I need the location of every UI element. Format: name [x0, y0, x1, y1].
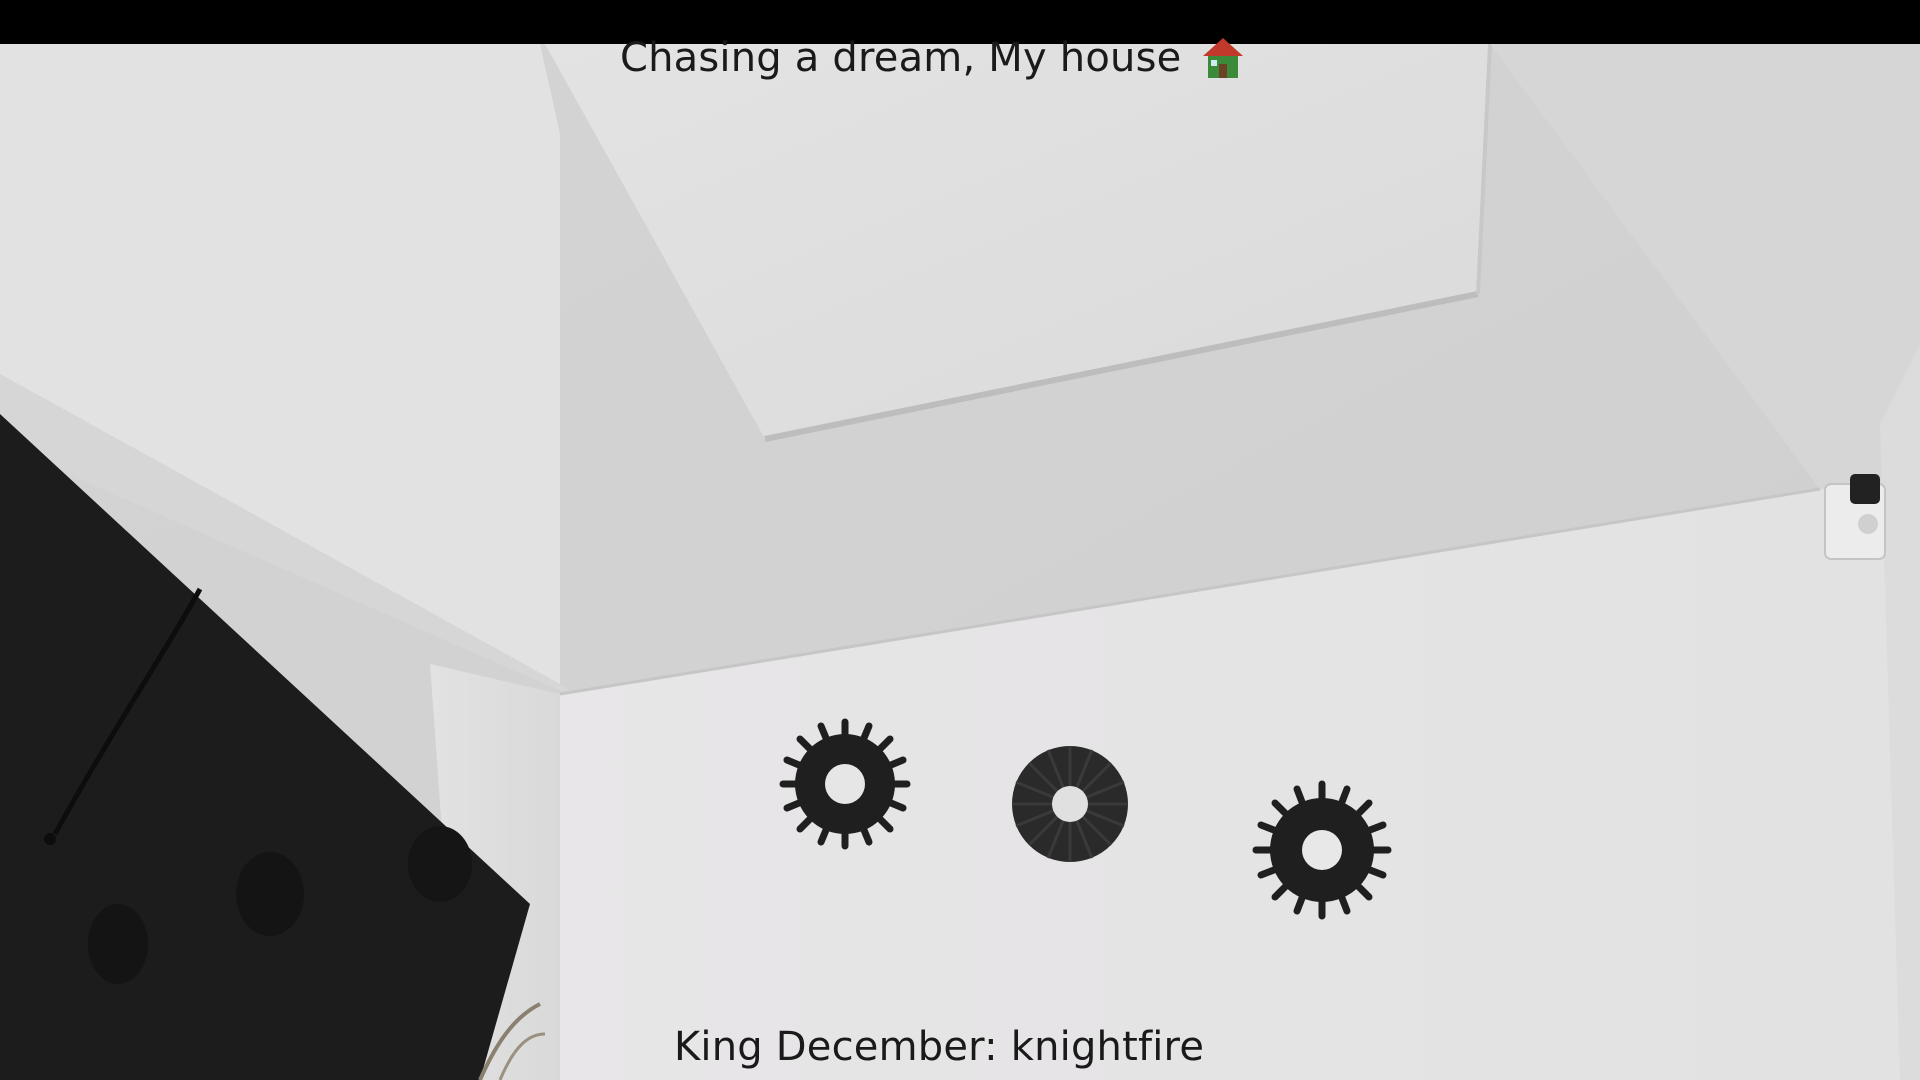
house-icon [1203, 38, 1244, 78]
room-illustration [0, 44, 1920, 1080]
stream-title: Chasing a dream, My house [620, 34, 1247, 82]
wall-camera [1824, 474, 1886, 560]
sunburst-mirror-1 [779, 718, 911, 850]
chat-message: King December: knightfire [674, 1024, 1205, 1070]
video-stream-frame: Chasing a dream, My house King December:… [0, 0, 1920, 1080]
room-scene [0, 44, 1920, 1080]
stream-title-text: Chasing a dream, My house [620, 35, 1182, 81]
sunburst-mirror-3 [1252, 780, 1392, 920]
sunburst-mirror-2 [1012, 746, 1128, 862]
